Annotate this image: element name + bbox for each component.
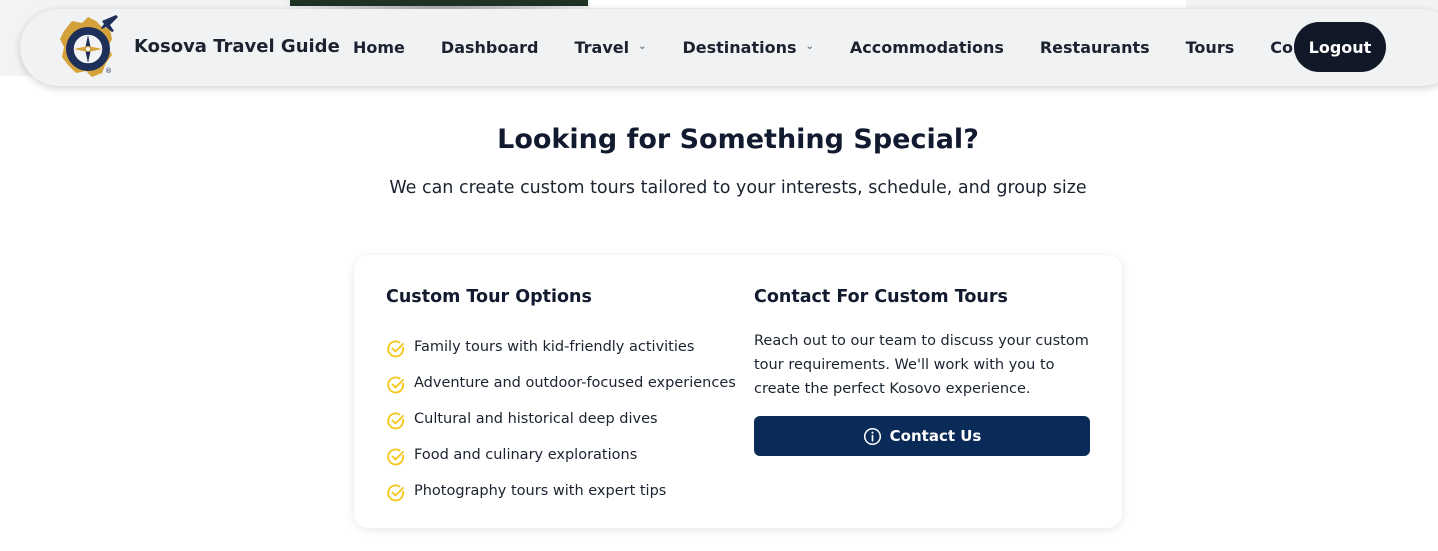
option-text: Adventure and outdoor-focused experience… bbox=[414, 375, 736, 391]
background-panel bbox=[590, 0, 1186, 8]
logout-button[interactable]: Logout bbox=[1294, 22, 1386, 72]
nav-accommodations[interactable]: Accommodations bbox=[850, 38, 1004, 57]
nav-travel-label: Travel bbox=[574, 38, 630, 57]
option-text: Family tours with kid-friendly activitie… bbox=[414, 339, 695, 355]
list-item: Photography tours with expert tips bbox=[386, 473, 736, 509]
check-circle-icon bbox=[387, 340, 404, 358]
top-navbar: ® Kosova Travel Guide Home Dashboard Tra… bbox=[20, 9, 1438, 86]
info-icon bbox=[863, 427, 881, 445]
option-text: Photography tours with expert tips bbox=[414, 483, 667, 499]
nav-travel-dropdown[interactable]: Travel ⌄ bbox=[574, 38, 646, 57]
section-title: Looking for Something Special? bbox=[497, 124, 979, 155]
check-circle-icon bbox=[387, 376, 404, 394]
nav-restaurants-label: Restaurants bbox=[1039, 38, 1150, 57]
nav-tours[interactable]: Tours bbox=[1186, 38, 1235, 57]
contact-us-label: Contact Us bbox=[889, 427, 982, 445]
page: ® Kosova Travel Guide Home Dashboard Tra… bbox=[0, 0, 1438, 551]
contact-us-button[interactable]: Contact Us bbox=[754, 416, 1090, 456]
chevron-down-icon: ⌄ bbox=[638, 41, 647, 52]
brand-name[interactable]: Kosova Travel Guide bbox=[134, 36, 340, 57]
list-item: Food and culinary explorations bbox=[386, 437, 736, 473]
nav-tours-label: Tours bbox=[1185, 38, 1235, 57]
custom-tours-card: Custom Tour Options Family tours with ki… bbox=[354, 255, 1122, 528]
nav-restaurants[interactable]: Restaurants bbox=[1040, 38, 1150, 57]
check-circle-icon bbox=[387, 412, 404, 430]
list-item: Cultural and historical deep dives bbox=[386, 401, 736, 437]
nav-dashboard-label: Dashboard bbox=[440, 38, 539, 57]
nav-accommodations-label: Accommodations bbox=[849, 38, 1004, 57]
svg-text:®: ® bbox=[105, 67, 112, 75]
nav-home[interactable]: Home bbox=[353, 38, 405, 57]
chevron-down-icon: ⌄ bbox=[805, 41, 814, 52]
options-title: Custom Tour Options bbox=[386, 287, 592, 307]
section-subtitle: We can create custom tours tailored to y… bbox=[389, 178, 1087, 198]
compass-map-logo-icon[interactable]: ® bbox=[58, 13, 120, 79]
contact-description: Reach out to our team to discuss your cu… bbox=[754, 333, 1089, 397]
nav-home-label: Home bbox=[353, 38, 405, 57]
option-text: Cultural and historical deep dives bbox=[414, 411, 658, 427]
check-circle-icon bbox=[387, 448, 404, 466]
option-text: Food and culinary explorations bbox=[414, 447, 638, 463]
nav-destinations-dropdown[interactable]: Destinations ⌄ bbox=[682, 38, 813, 57]
main-nav: Home Dashboard Travel ⌄ Destinations ⌄ A… bbox=[353, 9, 1340, 86]
nav-dashboard[interactable]: Dashboard bbox=[441, 38, 539, 57]
nav-destinations-label: Destinations bbox=[682, 38, 797, 57]
list-item: Family tours with kid-friendly activitie… bbox=[386, 329, 736, 365]
list-item: Adventure and outdoor-focused experience… bbox=[386, 365, 736, 401]
contact-title: Contact For Custom Tours bbox=[754, 287, 1008, 307]
hero-photo-edge bbox=[290, 0, 588, 6]
check-circle-icon bbox=[387, 484, 404, 502]
custom-tour-options-list: Family tours with kid-friendly activitie… bbox=[386, 329, 736, 509]
